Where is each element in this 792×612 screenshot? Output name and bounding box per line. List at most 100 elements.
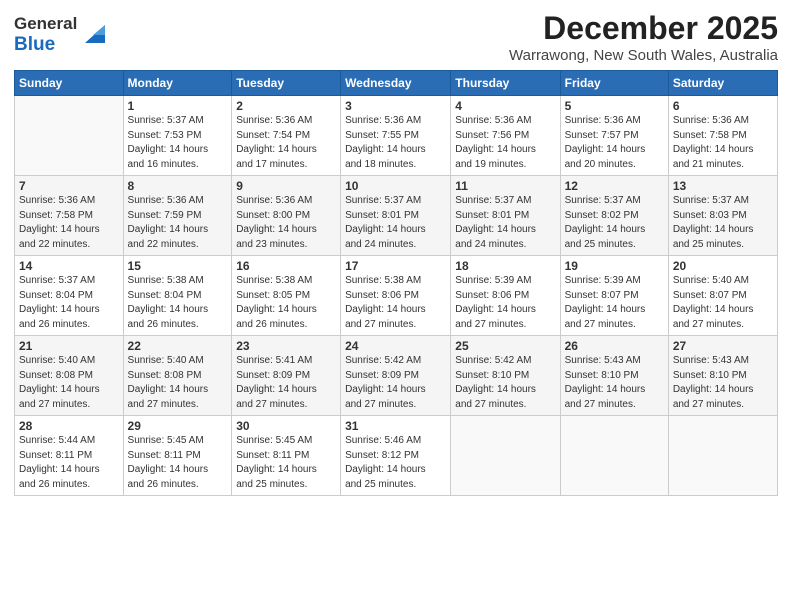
daylight-text: Daylight: 14 hoursand 27 minutes. bbox=[345, 304, 426, 330]
daylight-text: Daylight: 14 hoursand 24 minutes. bbox=[345, 224, 426, 250]
calendar-week-2: 7Sunrise: 5:36 AMSunset: 7:58 PMDaylight… bbox=[15, 176, 778, 256]
day-info: Sunrise: 5:36 AMSunset: 7:54 PMDaylight:… bbox=[236, 114, 336, 172]
day-number: 9 bbox=[236, 179, 336, 193]
day-number: 30 bbox=[236, 419, 336, 433]
calendar-week-4: 21Sunrise: 5:40 AMSunset: 8:08 PMDayligh… bbox=[15, 336, 778, 416]
day-number: 10 bbox=[345, 179, 446, 193]
sunset-text: Sunset: 8:07 PM bbox=[673, 290, 747, 301]
calendar-cell bbox=[451, 416, 560, 496]
weekday-header-tuesday: Tuesday bbox=[232, 71, 341, 96]
day-info: Sunrise: 5:45 AMSunset: 8:11 PMDaylight:… bbox=[128, 434, 228, 492]
calendar-cell: 25Sunrise: 5:42 AMSunset: 8:10 PMDayligh… bbox=[451, 336, 560, 416]
day-number: 1 bbox=[128, 99, 228, 113]
day-info: Sunrise: 5:37 AMSunset: 8:01 PMDaylight:… bbox=[345, 194, 446, 252]
daylight-text: Daylight: 14 hoursand 25 minutes. bbox=[236, 464, 317, 490]
daylight-text: Daylight: 14 hoursand 26 minutes. bbox=[236, 304, 317, 330]
calendar-cell: 1Sunrise: 5:37 AMSunset: 7:53 PMDaylight… bbox=[123, 96, 232, 176]
calendar-table: SundayMondayTuesdayWednesdayThursdayFrid… bbox=[14, 70, 778, 496]
day-info: Sunrise: 5:43 AMSunset: 8:10 PMDaylight:… bbox=[565, 354, 664, 412]
day-info: Sunrise: 5:39 AM Sunset: 8:07 PM Daylight:… bbox=[565, 274, 664, 332]
sunset-text: Sunset: 8:08 PM bbox=[128, 370, 202, 381]
sunrise-text: Sunrise: 5:45 AM bbox=[236, 435, 312, 446]
title-block: December 2025 Warrawong, New South Wales… bbox=[509, 10, 778, 64]
calendar-cell: 3Sunrise: 5:36 AMSunset: 7:55 PMDaylight… bbox=[341, 96, 451, 176]
day-number: 25 bbox=[455, 339, 555, 353]
daylight-text: Daylight: 14 hoursand 20 minutes. bbox=[565, 144, 646, 170]
daylight-text: Daylight: 14 hoursand 27 minutes. bbox=[565, 304, 646, 330]
calendar-cell: 6Sunrise: 5:36 AMSunset: 7:58 PMDaylight… bbox=[668, 96, 777, 176]
sunset-text: Sunset: 8:11 PM bbox=[19, 450, 92, 461]
sunset-text: Sunset: 8:10 PM bbox=[565, 370, 639, 381]
calendar-cell: 7Sunrise: 5:36 AMSunset: 7:58 PMDaylight… bbox=[15, 176, 124, 256]
daylight-text: Daylight: 14 hoursand 26 minutes. bbox=[128, 464, 209, 490]
day-number: 27 bbox=[673, 339, 773, 353]
calendar-cell: 30 Sunrise: 5:45 AM Sunset: 8:11 PM Dayligh… bbox=[232, 416, 341, 496]
sunrise-text: Sunrise: 5:41 AM bbox=[236, 355, 312, 366]
calendar-cell: 16Sunrise: 5:38 AMSunset: 8:05 PMDayligh… bbox=[232, 256, 341, 336]
sunset-text: Sunset: 8:04 PM bbox=[128, 290, 202, 301]
weekday-header-monday: Monday bbox=[123, 71, 232, 96]
daylight-text: Daylight: 14 hoursand 25 minutes. bbox=[345, 464, 426, 490]
sunset-text: Sunset: 8:02 PM bbox=[565, 210, 639, 221]
calendar-cell: 8Sunrise: 5:36 AMSunset: 7:59 PMDaylight… bbox=[123, 176, 232, 256]
daylight-text: Daylight: 14 hoursand 16 minutes. bbox=[128, 144, 209, 170]
sunset-text: Sunset: 8:00 PM bbox=[236, 210, 310, 221]
sunset-text: Sunset: 7:54 PM bbox=[236, 130, 310, 141]
day-info: Sunrise: 5:37 AMSunset: 8:02 PMDaylight:… bbox=[565, 194, 664, 252]
weekday-header-wednesday: Wednesday bbox=[341, 71, 451, 96]
sunset-text: Sunset: 7:58 PM bbox=[19, 210, 93, 221]
sunrise-text: Sunrise: 5:37 AM bbox=[455, 195, 531, 206]
daylight-text: Daylight: 14 hoursand 27 minutes. bbox=[673, 384, 754, 410]
calendar-cell: 14Sunrise: 5:37 AMSunset: 8:04 PMDayligh… bbox=[15, 256, 124, 336]
daylight-text: Daylight: 14 hoursand 27 minutes. bbox=[19, 384, 100, 410]
sunrise-text: Sunrise: 5:43 AM bbox=[673, 355, 749, 366]
day-info: Sunrise: 5:38 AMSunset: 8:05 PMDaylight:… bbox=[236, 274, 336, 332]
sunset-text: Sunset: 7:56 PM bbox=[455, 130, 529, 141]
sunset-text: Sunset: 7:55 PM bbox=[345, 130, 419, 141]
day-number: 16 bbox=[236, 259, 336, 273]
day-number: 4 bbox=[455, 99, 555, 113]
day-number: 15 bbox=[128, 259, 228, 273]
sunset-text: Sunset: 8:09 PM bbox=[236, 370, 310, 381]
sunset-text: Sunset: 8:07 PM bbox=[565, 290, 639, 301]
sunset-text: Sunset: 8:11 PM bbox=[236, 450, 309, 461]
daylight-text: Daylight: 14 hoursand 17 minutes. bbox=[236, 144, 317, 170]
calendar-cell: 22Sunrise: 5:40 AMSunset: 8:08 PMDayligh… bbox=[123, 336, 232, 416]
sunrise-text: Sunrise: 5:37 AM bbox=[345, 195, 421, 206]
sunrise-text: Sunrise: 5:40 AM bbox=[128, 355, 204, 366]
sunrise-text: Sunrise: 5:36 AM bbox=[455, 115, 531, 126]
day-number: 19 bbox=[565, 259, 664, 273]
calendar-cell: 4Sunrise: 5:36 AMSunset: 7:56 PMDaylight… bbox=[451, 96, 560, 176]
sunrise-text: Sunrise: 5:39 AM bbox=[565, 275, 641, 286]
day-info: Sunrise: 5:40 AMSunset: 8:08 PMDaylight:… bbox=[19, 354, 119, 412]
calendar-cell: 29Sunrise: 5:45 AMSunset: 8:11 PMDayligh… bbox=[123, 416, 232, 496]
day-info: Sunrise: 5:39 AMSunset: 8:06 PMDaylight:… bbox=[455, 274, 555, 332]
day-number: 20 bbox=[673, 259, 773, 273]
location-title: Warrawong, New South Wales, Australia bbox=[509, 47, 778, 64]
logo: General Blue bbox=[14, 14, 111, 55]
weekday-header-sunday: Sunday bbox=[15, 71, 124, 96]
day-number: 29 bbox=[128, 419, 228, 433]
day-info: Sunrise: 5:44 AMSunset: 8:11 PMDaylight:… bbox=[19, 434, 119, 492]
calendar-week-5: 28Sunrise: 5:44 AMSunset: 8:11 PMDayligh… bbox=[15, 416, 778, 496]
day-number: 2 bbox=[236, 99, 336, 113]
sunset-text: Sunset: 8:06 PM bbox=[455, 290, 529, 301]
weekday-header-friday: Friday bbox=[560, 71, 668, 96]
sunrise-text: Sunrise: 5:40 AM bbox=[19, 355, 95, 366]
sunset-text: Sunset: 8:09 PM bbox=[345, 370, 419, 381]
sunset-text: Sunset: 8:12 PM bbox=[345, 450, 419, 461]
sunset-text: Sunset: 8:10 PM bbox=[673, 370, 747, 381]
sunset-text: Sunset: 8:04 PM bbox=[19, 290, 93, 301]
sunset-text: Sunset: 8:01 PM bbox=[455, 210, 529, 221]
month-title: December 2025 bbox=[509, 10, 778, 47]
daylight-text: Daylight: 14 hoursand 21 minutes. bbox=[673, 144, 754, 170]
sunset-text: Sunset: 7:53 PM bbox=[128, 130, 202, 141]
day-number: 6 bbox=[673, 99, 773, 113]
calendar-cell: 28Sunrise: 5:44 AMSunset: 8:11 PMDayligh… bbox=[15, 416, 124, 496]
sunrise-text: Sunrise: 5:36 AM bbox=[565, 115, 641, 126]
day-number: 22 bbox=[128, 339, 228, 353]
sunrise-text: Sunrise: 5:37 AM bbox=[565, 195, 641, 206]
day-info: Sunrise: 5:36 AMSunset: 7:58 PMDaylight:… bbox=[19, 194, 119, 252]
daylight-text: Daylight: 14 hoursand 27 minutes. bbox=[236, 384, 317, 410]
daylight-text: Daylight: 14 hoursand 27 minutes. bbox=[673, 304, 754, 330]
